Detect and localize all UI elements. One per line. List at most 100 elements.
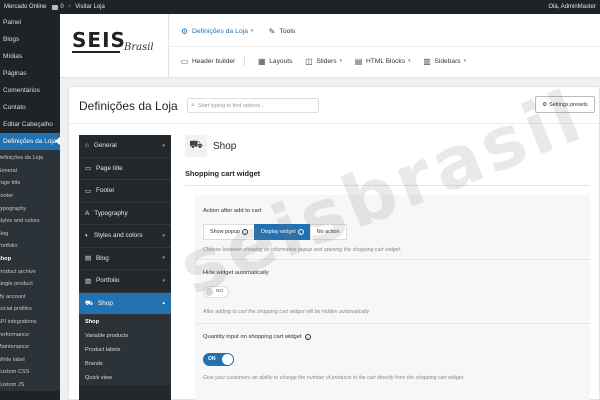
field-divider bbox=[195, 323, 590, 324]
toggle-knob bbox=[205, 288, 213, 296]
menu-item-painel[interactable]: Painel bbox=[0, 14, 60, 31]
nav-tools[interactable]: ✎ Tools bbox=[267, 26, 296, 36]
nav-label: Definições da Loja bbox=[192, 27, 248, 35]
field-divider bbox=[195, 259, 590, 260]
chevron-down-icon: ▾ bbox=[162, 255, 165, 262]
submenu-item[interactable]: Maintenance bbox=[0, 341, 60, 354]
brand-logo: SEIS Brasil bbox=[72, 26, 154, 60]
info-icon: i bbox=[304, 334, 311, 340]
option-tab-shop[interactable]: ⛟ Shop ▴ bbox=[79, 292, 171, 315]
group-divider bbox=[185, 185, 590, 186]
user-greeting[interactable]: Olá, AdminMaster bbox=[548, 4, 596, 10]
header-divider bbox=[168, 46, 600, 47]
group-title: Shopping cart widget bbox=[185, 169, 261, 178]
option-label: Display widget bbox=[260, 229, 296, 235]
field-desc-hide-widget: After adding to cart the shopping cart w… bbox=[203, 309, 370, 315]
blog-icon: ▤ bbox=[85, 255, 92, 263]
search-placeholder: Start typing to find options... bbox=[197, 102, 265, 109]
hide-widget-toggle[interactable]: NO bbox=[203, 286, 229, 298]
site-name-link[interactable]: Mercado Online bbox=[4, 4, 46, 10]
submenu-item[interactable]: Portfolio bbox=[0, 240, 60, 253]
submenu-item[interactable]: Styles and colors bbox=[0, 215, 60, 228]
menu-item-midias[interactable]: Mídias bbox=[0, 48, 60, 65]
nav-separator bbox=[244, 56, 246, 66]
option-tab-footer[interactable]: ▭ Footer bbox=[79, 180, 171, 203]
option-display-widget[interactable]: Display widget i bbox=[253, 224, 311, 240]
option-tab-page-title[interactable]: ▭ Page title bbox=[79, 158, 171, 180]
nav-definicoes-loja[interactable]: ⚙ Definições da Loja ▾ bbox=[180, 27, 254, 36]
palette-icon: ◐ bbox=[85, 232, 89, 240]
plus-icon[interactable]: + bbox=[68, 4, 72, 10]
menu-item-contato[interactable]: Contato bbox=[0, 99, 60, 116]
options-search-input[interactable]: ⌕ Start typing to find options... bbox=[187, 98, 319, 113]
menu-item-paginas[interactable]: Páginas bbox=[0, 65, 60, 82]
visit-store-link[interactable]: Visitar Loja bbox=[75, 4, 105, 10]
option-tab-general[interactable]: ⌂ General ▾ bbox=[79, 135, 171, 158]
option-tab-portfolio[interactable]: ▧ Portfolio ▾ bbox=[79, 270, 171, 293]
submenu-item[interactable]: Social profiles bbox=[0, 303, 60, 316]
chevron-down-icon: ▾ bbox=[463, 58, 467, 64]
submenu-item[interactable]: Product archive bbox=[0, 265, 60, 278]
option-subtab-product-labels[interactable]: Product labels bbox=[79, 343, 171, 357]
option-tab-typography[interactable]: A Typography bbox=[79, 203, 171, 225]
menu-item-editar-cabecalho[interactable]: Editar Cabeçalho bbox=[0, 116, 60, 133]
footer-icon: ▭ bbox=[85, 187, 92, 195]
menu-item-definicoes-loja[interactable]: Definições da Loja bbox=[0, 133, 60, 150]
submenu-item[interactable]: Custom CSS bbox=[0, 366, 60, 379]
section-header: ⛟ Shop bbox=[185, 135, 236, 157]
option-label: No action bbox=[316, 229, 340, 235]
settings-presets-button[interactable]: ⚙ Settings presets bbox=[535, 96, 595, 113]
shop-subnav: Shop Variable products Product labels Br… bbox=[79, 315, 171, 385]
comments-icon[interactable] bbox=[52, 4, 59, 10]
submenu-item[interactable]: Single product bbox=[0, 278, 60, 291]
option-subtab-variable-products[interactable]: Variable products bbox=[79, 329, 171, 343]
shopping-cart-widget-fields: Action after add to cart Show popup i Di… bbox=[195, 195, 590, 400]
option-subtab-shop[interactable]: Shop bbox=[79, 315, 171, 329]
gear-icon: ⚙ bbox=[542, 101, 548, 108]
submenu-item[interactable]: Page title bbox=[0, 177, 60, 190]
nav-header-builder[interactable]: ▭ Header builder bbox=[180, 56, 246, 66]
wrench-icon: ✎ bbox=[268, 26, 276, 36]
option-tab-label: Typography bbox=[94, 209, 128, 217]
cart-icon: ⛟ bbox=[185, 135, 207, 157]
nav-label: Tools bbox=[279, 27, 296, 35]
nav-label: Layouts bbox=[269, 57, 293, 65]
option-tab-label: General bbox=[93, 142, 117, 150]
option-no-action[interactable]: No action bbox=[309, 224, 347, 240]
menu-item-blogs[interactable]: Blogs bbox=[0, 31, 60, 48]
submenu-item[interactable]: White label bbox=[0, 354, 60, 367]
info-icon: i bbox=[241, 229, 248, 235]
option-subtab-brands[interactable]: Brands bbox=[79, 357, 171, 371]
submenu: Definições da Loja General Page title Fo… bbox=[0, 150, 60, 392]
nav-html-blocks[interactable]: ▤ HTML Blocks ▾ bbox=[354, 57, 411, 66]
submenu-item[interactable]: General bbox=[0, 165, 60, 178]
nav-layouts[interactable]: ▦ Layouts bbox=[257, 57, 292, 66]
option-show-popup[interactable]: Show popup i bbox=[203, 224, 255, 240]
submenu-item[interactable]: Definições da Loja bbox=[0, 152, 60, 165]
submenu-item[interactable]: Typography bbox=[0, 202, 60, 215]
nav-sliders[interactable]: ◫ Sliders ▾ bbox=[304, 57, 342, 66]
field-label-hide-widget: Hide widget automatically bbox=[203, 270, 269, 276]
submenu-item[interactable]: Performance bbox=[0, 328, 60, 341]
option-tab-label: Page title bbox=[96, 164, 123, 172]
home-icon: ⌂ bbox=[85, 142, 89, 150]
option-tab-blog[interactable]: ▤ Blog ▾ bbox=[79, 248, 171, 270]
option-subtab-quick-view[interactable]: Quick view bbox=[79, 371, 171, 385]
presets-label: Settings presets bbox=[549, 101, 588, 108]
submenu-item[interactable]: API integrations bbox=[0, 316, 60, 329]
submenu-item[interactable]: Custom JS bbox=[0, 379, 60, 392]
submenu-item[interactable]: My account bbox=[0, 291, 60, 304]
header-builder-icon: ▭ bbox=[180, 56, 189, 66]
comments-count[interactable]: 0 bbox=[60, 4, 63, 10]
menu-item-comentarios[interactable]: Comentários bbox=[0, 82, 60, 99]
chevron-up-icon: ▴ bbox=[162, 300, 165, 307]
page-title-icon: ▭ bbox=[85, 165, 92, 173]
submenu-item-current[interactable]: Shop bbox=[0, 253, 60, 266]
option-tab-styles-colors[interactable]: ◐ Styles and colors ▾ bbox=[79, 225, 171, 248]
info-icon: i bbox=[297, 229, 304, 235]
submenu-item[interactable]: Blog bbox=[0, 228, 60, 241]
page-title: Definições da Loja bbox=[79, 99, 178, 113]
quantity-toggle[interactable]: ON bbox=[203, 353, 234, 366]
submenu-item[interactable]: Footer bbox=[0, 190, 60, 203]
nav-sidebars[interactable]: ▥ Sidebars ▾ bbox=[423, 57, 467, 66]
